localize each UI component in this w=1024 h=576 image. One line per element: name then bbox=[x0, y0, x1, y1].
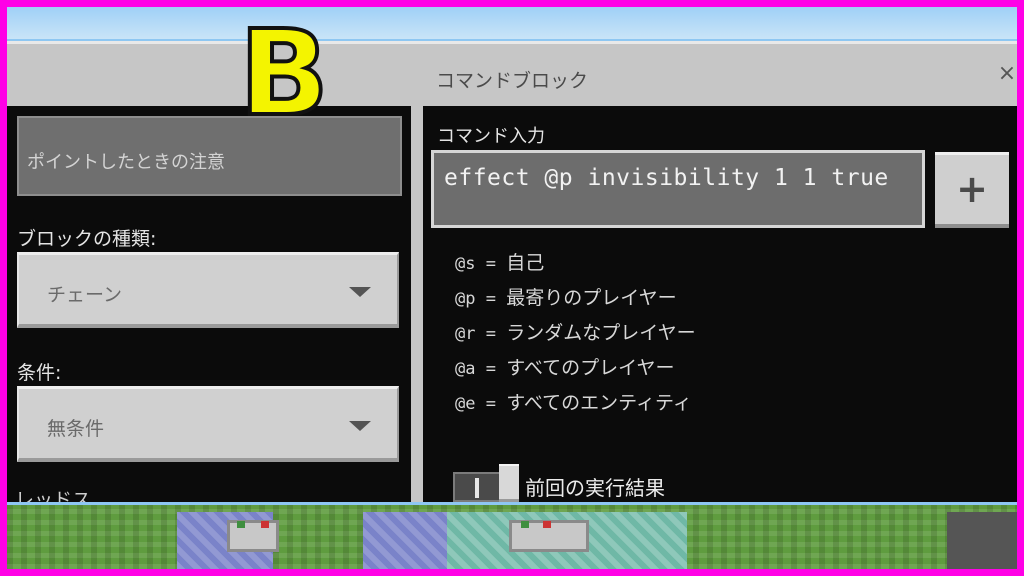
overlay-letter-b: B bbox=[237, 2, 331, 144]
chevron-down-icon bbox=[349, 421, 371, 431]
block-type-dropdown[interactable]: チェーン bbox=[17, 252, 399, 328]
command-block-left bbox=[177, 512, 279, 569]
selector-description: すべてのエンティティ bbox=[506, 392, 692, 414]
selector-equals: = bbox=[475, 324, 507, 344]
condition-dropdown[interactable]: 無条件 bbox=[17, 386, 399, 462]
selector-description: すべてのプレイヤー bbox=[506, 357, 675, 379]
selector-help-row: @e = すべてのエンティティ bbox=[455, 388, 692, 415]
screen-frame: コマンドブロック × ポイントしたときの注意 ブロックの種類: チェーン 条件:… bbox=[7, 7, 1017, 569]
sky bbox=[7, 7, 1017, 39]
command-block-dialog: コマンドブロック × ポイントしたときの注意 ブロックの種類: チェーン 条件:… bbox=[7, 41, 1017, 502]
command-block-middle bbox=[363, 512, 447, 569]
settings-panel: ポイントしたときの注意 ブロックの種類: チェーン 条件: 無条件 レッドストー… bbox=[7, 106, 411, 502]
condition-label: 条件: bbox=[17, 362, 62, 384]
selector-equals: = bbox=[475, 254, 507, 274]
selector-description: 自己 bbox=[506, 252, 545, 274]
block-led-red bbox=[543, 521, 551, 528]
chevron-down-icon bbox=[349, 287, 371, 297]
command-panel: コマンド入力 effect @p invisibility 1 1 true +… bbox=[423, 106, 1017, 502]
selector-code: @e bbox=[455, 394, 476, 414]
toggle-knob[interactable] bbox=[499, 464, 519, 502]
command-input-value: effect @p invisibility 1 1 true bbox=[444, 165, 889, 191]
hover-note-input[interactable]: ポイントしたときの注意 bbox=[17, 116, 402, 196]
selector-help-row: @r = ランダムなプレイヤー bbox=[455, 318, 696, 345]
title-bar: コマンドブロック × bbox=[7, 44, 1017, 106]
selector-description: ランダムなプレイヤー bbox=[506, 322, 696, 344]
redstone-label-partial: レッドストーン bbox=[15, 490, 92, 502]
selector-code: @r bbox=[455, 324, 476, 344]
selector-code: @a bbox=[455, 359, 476, 379]
command-input[interactable]: effect @p invisibility 1 1 true bbox=[431, 150, 925, 228]
stone-block bbox=[947, 512, 1017, 569]
selector-description: 最寄りのプレイヤー bbox=[506, 287, 677, 309]
previous-output-label: 前回の実行結果 bbox=[525, 476, 665, 500]
selector-equals: = bbox=[475, 359, 507, 379]
selector-help-row: @a = すべてのプレイヤー bbox=[455, 353, 675, 380]
command-input-label: コマンド入力 bbox=[437, 126, 545, 147]
selector-equals: = bbox=[475, 289, 507, 309]
selector-help-row: @s = 自己 bbox=[455, 248, 544, 275]
block-type-label: ブロックの種類: bbox=[17, 228, 157, 250]
chain-block bbox=[447, 512, 687, 569]
expand-command-button[interactable]: + bbox=[935, 152, 1009, 228]
condition-value: 無条件 bbox=[47, 418, 105, 440]
block-led-red bbox=[261, 521, 269, 528]
selector-equals: = bbox=[475, 394, 507, 414]
hover-note-placeholder: ポイントしたときの注意 bbox=[27, 152, 225, 173]
block-led-green bbox=[237, 521, 245, 528]
selector-code: @s bbox=[455, 254, 476, 274]
block-led-green bbox=[521, 521, 529, 528]
previous-output-toggle[interactable] bbox=[453, 464, 519, 502]
block-face bbox=[227, 520, 279, 552]
close-button[interactable]: × bbox=[997, 62, 1017, 86]
plus-icon: + bbox=[956, 167, 988, 211]
toggle-on-mark bbox=[475, 478, 479, 498]
selector-code: @p bbox=[455, 289, 476, 309]
window-title: コマンドブロック bbox=[435, 70, 588, 92]
selector-help-row: @p = 最寄りのプレイヤー bbox=[455, 283, 677, 310]
block-type-value: チェーン bbox=[47, 284, 123, 306]
